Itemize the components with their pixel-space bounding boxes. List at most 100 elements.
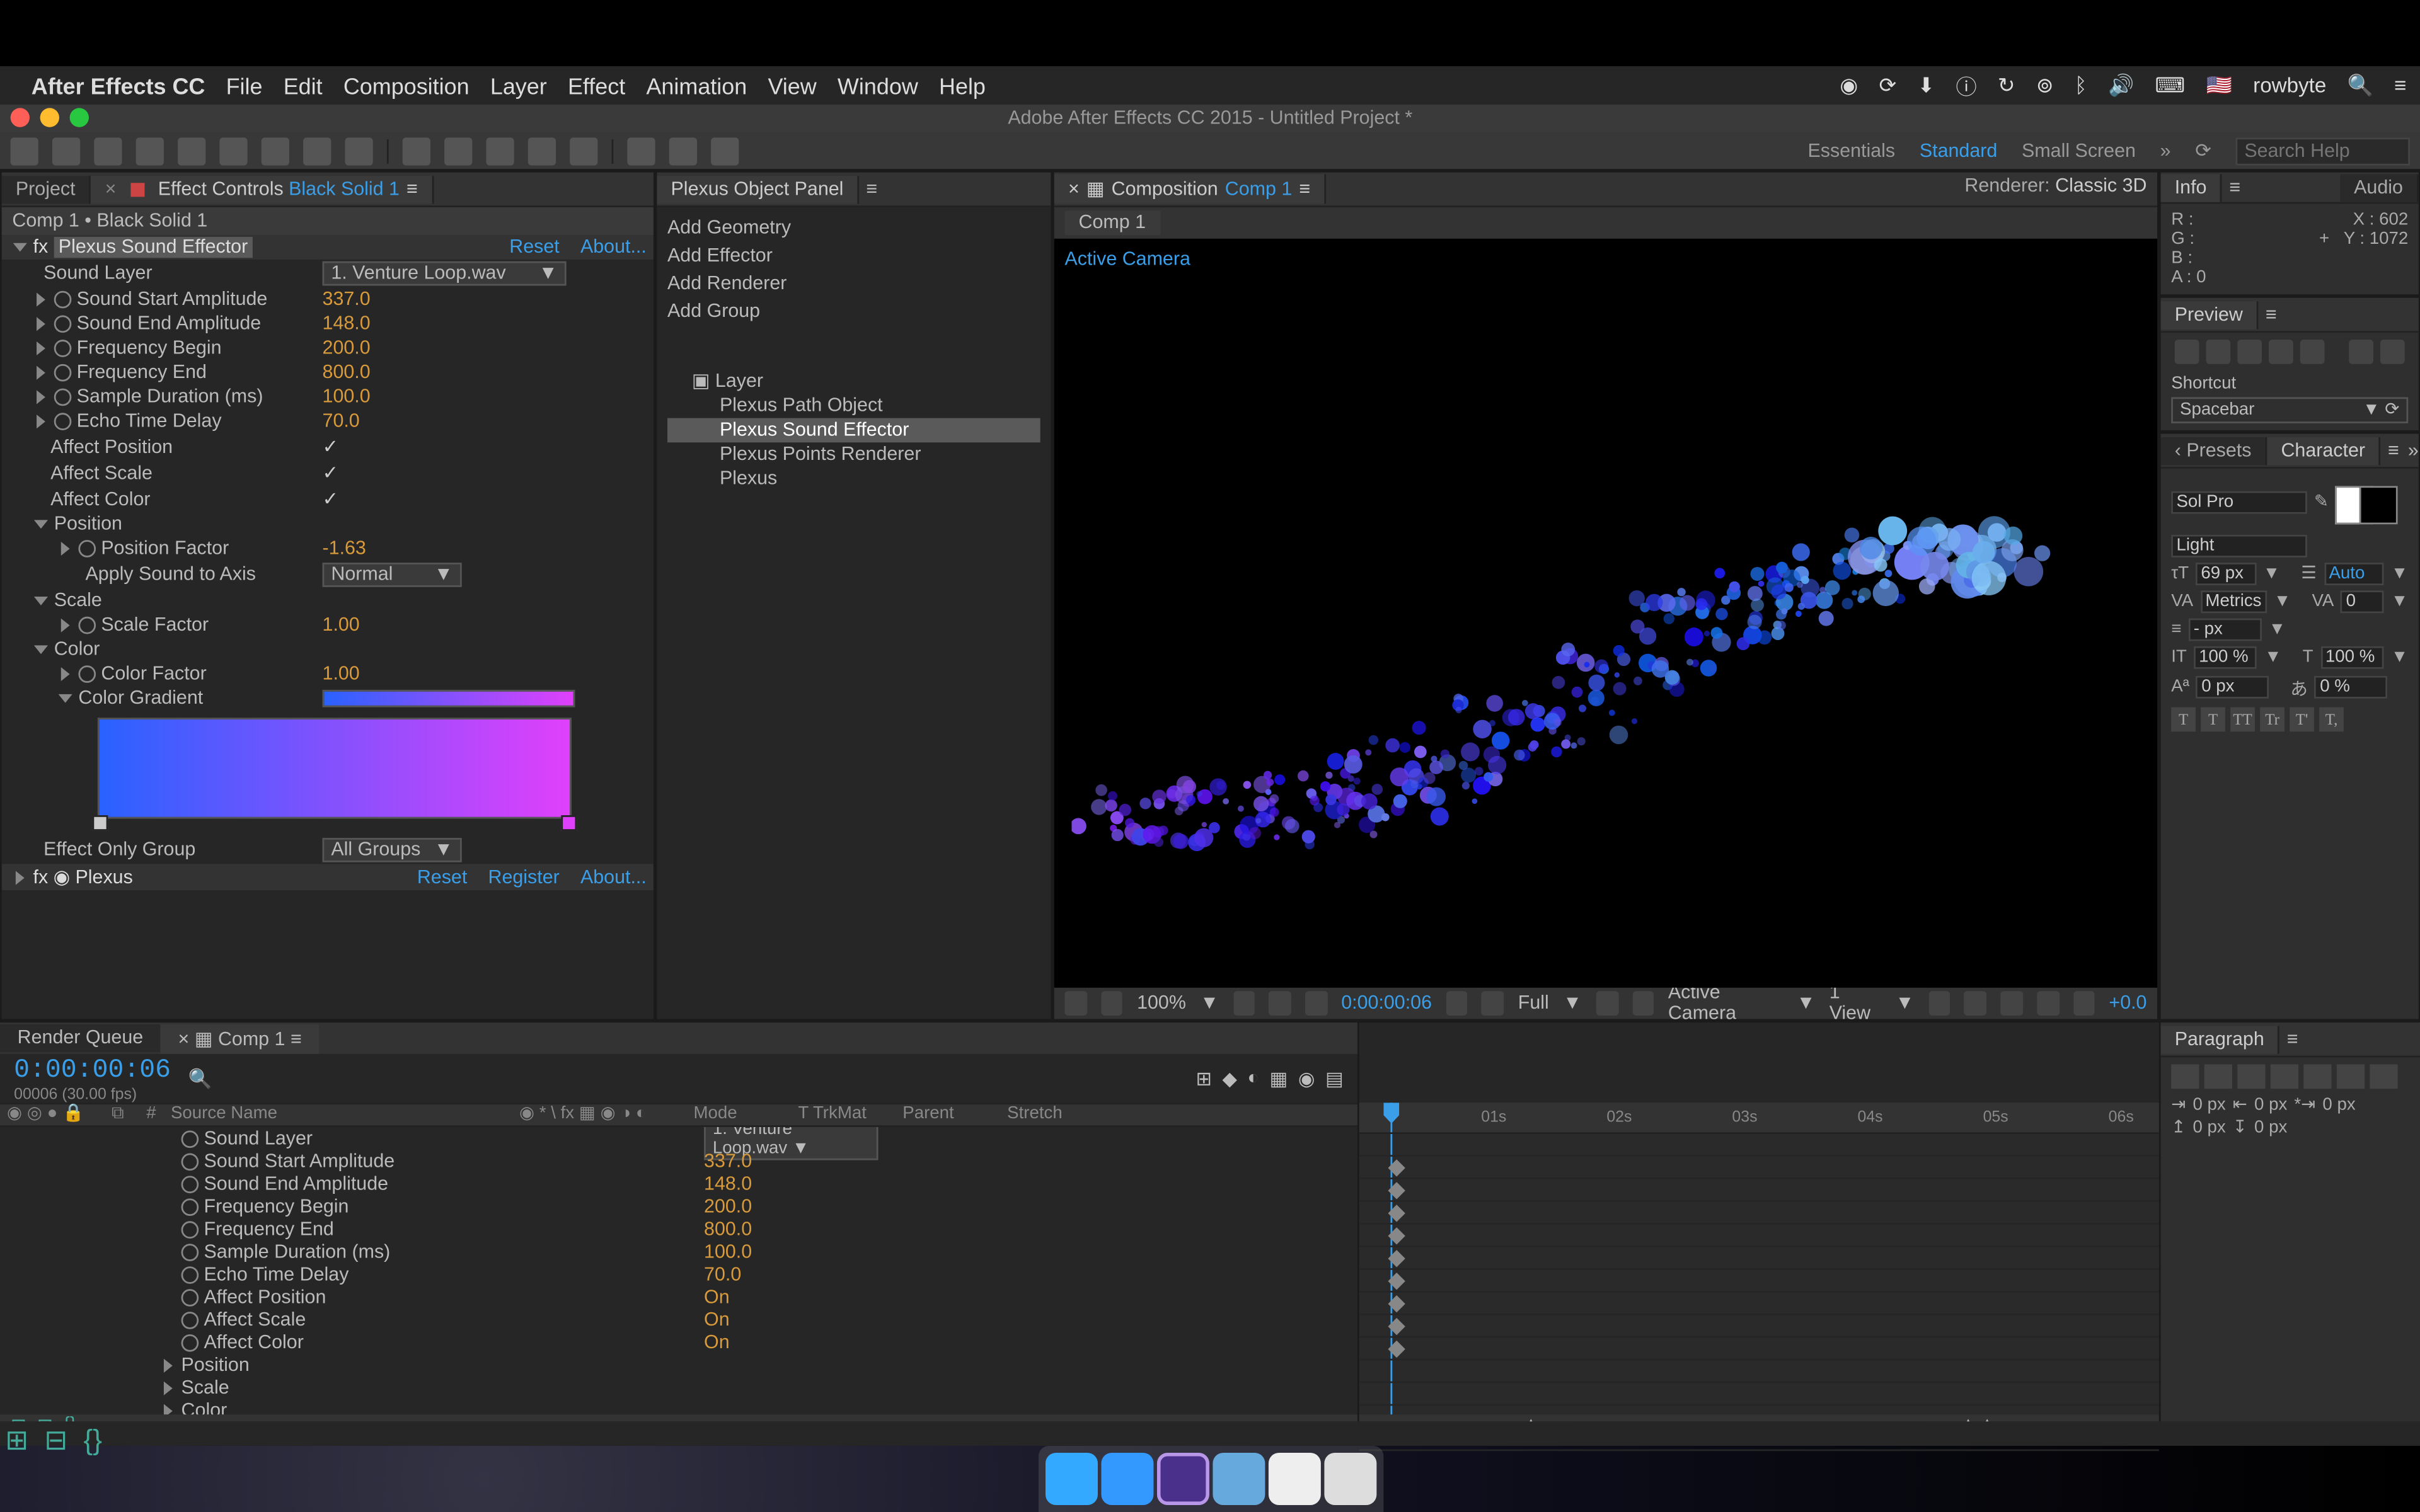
text-style-button[interactable]: T <box>2171 707 2196 732</box>
tab-info[interactable]: Info <box>2161 173 2223 201</box>
mute-icon[interactable] <box>2380 340 2405 364</box>
text-style-button[interactable]: TT <box>2230 707 2255 732</box>
stopwatch-icon[interactable] <box>182 1152 199 1170</box>
input-icon[interactable]: ⌨ <box>2155 73 2186 98</box>
frame-blend-icon[interactable]: ▦ <box>1270 1067 1288 1090</box>
tracking-field[interactable]: 0 <box>2341 590 2383 613</box>
workspace-small-screen[interactable]: Small Screen <box>2022 140 2136 161</box>
col-trkmat[interactable]: T TrkMat <box>791 1104 896 1125</box>
stopwatch-icon[interactable] <box>182 1243 199 1261</box>
justify-last-center-icon[interactable] <box>2303 1064 2331 1089</box>
stopwatch-icon[interactable] <box>182 1130 199 1147</box>
timeline-prop-value[interactable]: 70.0 <box>704 1264 741 1285</box>
zoom-dropdown[interactable]: 100% <box>1137 993 1186 1014</box>
shortcut-dropdown[interactable]: Spacebar▼ ⟳ <box>2171 397 2408 423</box>
flag-icon[interactable]: 🇺🇸 <box>2206 73 2232 98</box>
prop-value[interactable]: 70.0 <box>323 411 360 432</box>
stopwatch-icon[interactable] <box>182 1288 199 1306</box>
render-icon[interactable]: ⊟ <box>44 1423 65 1444</box>
roto-tool-icon[interactable] <box>528 137 556 164</box>
justify-all-icon[interactable] <box>2370 1064 2397 1089</box>
timeline-prop-value[interactable]: On <box>704 1332 730 1353</box>
stopwatch-icon[interactable] <box>182 1220 199 1238</box>
flowchart-icon[interactable] <box>2037 991 2059 1016</box>
checkbox[interactable]: ✓ <box>323 488 338 510</box>
text-style-button[interactable]: T, <box>2319 707 2344 732</box>
checkbox[interactable]: ✓ <box>323 435 338 458</box>
panel-menu-icon[interactable]: ≡ <box>1299 178 1310 199</box>
menu-composition[interactable]: Composition <box>343 72 470 98</box>
transparency-icon[interactable] <box>1269 991 1291 1016</box>
views-dropdown[interactable]: 1 View <box>1829 982 1882 1021</box>
effect-header-sound-effector[interactable]: fx Plexus Sound Effector Reset About... <box>2 235 654 260</box>
keyframe-icon[interactable] <box>1388 1341 1405 1358</box>
brush-tool-icon[interactable] <box>403 137 430 164</box>
panel-menu-icon[interactable]: ≡ <box>866 178 877 199</box>
stopwatch-icon[interactable] <box>182 1175 199 1193</box>
timeline-prop-value[interactable]: 100.0 <box>704 1241 752 1262</box>
justify-last-left-icon[interactable] <box>2271 1064 2298 1089</box>
tab-plexus-object[interactable]: Plexus Object Panel <box>657 175 859 203</box>
playhead-icon[interactable] <box>1383 1102 1399 1123</box>
scale-factor-value[interactable]: 1.00 <box>323 615 360 636</box>
checkbox[interactable]: ✓ <box>323 462 338 484</box>
prop-value[interactable]: 148.0 <box>323 314 371 335</box>
tab-preview[interactable]: Preview <box>2161 301 2259 328</box>
tab-project[interactable]: Project <box>2 175 91 203</box>
menu-animation[interactable]: Animation <box>646 72 747 98</box>
tree-item[interactable]: Plexus <box>667 467 1040 491</box>
loop-icon[interactable] <box>2349 340 2373 364</box>
prop-value[interactable]: 337.0 <box>323 289 371 310</box>
view-layout-dropdown[interactable]: Active Camera <box>1668 982 1782 1021</box>
eraser-tool-icon[interactable] <box>486 137 514 164</box>
justify-last-right-icon[interactable] <box>2337 1064 2365 1089</box>
eyedropper-icon[interactable]: ✎ <box>2314 493 2329 512</box>
comp-breadcrumb[interactable]: Comp 1 <box>1064 211 1160 236</box>
prev-frame-icon[interactable] <box>2206 340 2230 364</box>
hscale-field[interactable]: 100 % <box>2320 646 2384 669</box>
resolution-icon[interactable] <box>1233 991 1255 1016</box>
viewer-timecode[interactable]: 0:00:00:06 <box>1341 993 1432 1014</box>
mask-icon[interactable] <box>1305 991 1327 1016</box>
graph-editor-icon[interactable]: ▤ <box>1325 1067 1344 1090</box>
search-icon[interactable]: 🔍 <box>188 1067 212 1090</box>
type-tool-icon[interactable] <box>345 137 372 164</box>
panel-menu-icon[interactable]: ≡ <box>406 178 418 199</box>
leading-field[interactable]: Auto <box>2324 563 2384 585</box>
align-center-icon[interactable] <box>2204 1064 2232 1089</box>
stroke-width-field[interactable]: - px <box>2188 619 2261 641</box>
puppet-tool-icon[interactable] <box>570 137 597 164</box>
axis-view-icon[interactable] <box>711 137 739 164</box>
indent-right-field[interactable]: 0 px <box>2254 1096 2287 1114</box>
renderer-value[interactable]: Classic 3D <box>2055 176 2146 197</box>
text-style-button[interactable]: Tr <box>2260 707 2285 732</box>
selection-tool-icon[interactable] <box>11 137 38 164</box>
dock-app-finder[interactable] <box>1045 1453 1097 1505</box>
spotlight-icon[interactable]: 🔍 <box>2348 73 2373 98</box>
dock-app-trash[interactable] <box>1323 1453 1376 1505</box>
timeline-prop-value[interactable]: 200.0 <box>704 1196 752 1217</box>
tree-item[interactable]: Plexus Points Renderer <box>667 442 1040 467</box>
disclosure-triangle-icon[interactable] <box>164 1403 173 1414</box>
col-source-name[interactable]: Source Name <box>164 1104 512 1125</box>
tsume-field[interactable]: 0 % <box>2315 676 2388 699</box>
align-left-icon[interactable] <box>2171 1064 2199 1089</box>
exposure-value[interactable]: +0.0 <box>2109 993 2146 1014</box>
font-weight-dropdown[interactable]: Light <box>2171 535 2307 558</box>
space-after-field[interactable]: 0 px <box>2254 1118 2287 1137</box>
menu-view[interactable]: View <box>768 72 816 98</box>
draft-3d-icon[interactable]: ◆ <box>1223 1067 1237 1090</box>
pen-tool-icon[interactable] <box>303 137 331 164</box>
stopwatch-icon[interactable] <box>78 665 96 683</box>
clone-tool-icon[interactable] <box>444 137 472 164</box>
app-name[interactable]: After Effects CC <box>32 72 205 98</box>
tab-effect-controls[interactable]: × Effect Controls Black Solid 1 ≡ <box>91 175 433 203</box>
timeline-ruler[interactable]: 01s02s03s04s05s06s <box>1359 1102 2159 1134</box>
menu-file[interactable]: File <box>226 72 263 98</box>
cc-sync-icon[interactable]: ⟳ <box>1879 73 1896 98</box>
first-frame-icon[interactable] <box>2175 340 2199 364</box>
add-geometry[interactable]: Add Geometry <box>667 214 1040 242</box>
apply-axis-dropdown[interactable]: Normal▼ <box>323 563 462 587</box>
composition-viewer[interactable]: Active Camera <box>1054 239 2157 988</box>
disclosure-triangle-icon[interactable] <box>34 520 48 529</box>
